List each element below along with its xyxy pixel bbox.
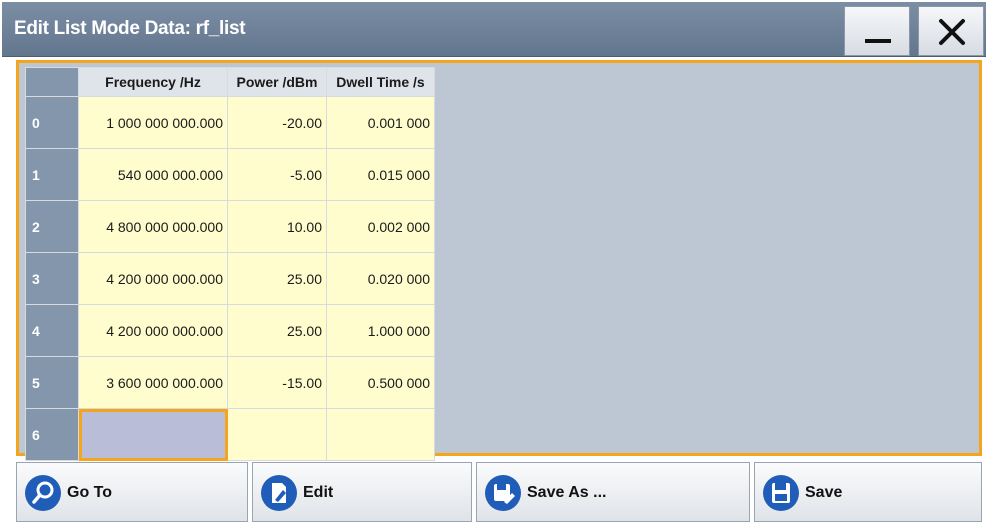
row-index[interactable]: 3	[25, 252, 79, 305]
go-to-label: Go To	[67, 484, 113, 501]
save-button[interactable]: Save	[754, 462, 982, 522]
dwell-time-cell[interactable]: 0.002 000	[326, 200, 435, 253]
power-cell[interactable]: 25.00	[227, 252, 327, 305]
frequency-cell[interactable]: 540 000 000.000	[78, 148, 228, 201]
column-header-frequency[interactable]: Frequency /Hz	[78, 67, 228, 97]
go-to-button[interactable]: Go To	[16, 462, 248, 522]
table-row: 3 4 200 000 000.000 25.00 0.020 000	[25, 252, 435, 305]
list-data-table: Frequency /Hz Power /dBm Dwell Time /s 0…	[25, 67, 435, 461]
frequency-cell[interactable]: 4 200 000 000.000	[78, 304, 228, 357]
minimize-button[interactable]	[844, 6, 910, 56]
save-as-button[interactable]: Save As ...	[476, 462, 750, 522]
column-header-power[interactable]: Power /dBm	[227, 67, 327, 97]
table-row: 2 4 800 000 000.000 10.00 0.002 000	[25, 200, 435, 253]
row-index[interactable]: 4	[25, 304, 79, 357]
row-index[interactable]: 0	[25, 96, 79, 149]
row-index[interactable]: 5	[25, 356, 79, 409]
header-corner	[25, 67, 79, 97]
table-row: 1 540 000 000.000 -5.00 0.015 000	[25, 148, 435, 201]
row-index[interactable]: 1	[25, 148, 79, 201]
table-row: 6	[25, 408, 435, 461]
minimize-icon	[865, 39, 891, 43]
window-title: Edit List Mode Data: rf_list	[14, 18, 246, 39]
row-index[interactable]: 2	[25, 200, 79, 253]
table-row: 4 4 200 000 000.000 25.00 1.000 000	[25, 304, 435, 357]
power-cell[interactable]: -5.00	[227, 148, 327, 201]
dwell-time-cell[interactable]: 0.015 000	[326, 148, 435, 201]
power-cell[interactable]	[227, 408, 327, 461]
close-button[interactable]	[918, 6, 984, 56]
table-header-row: Frequency /Hz Power /dBm Dwell Time /s	[25, 67, 435, 97]
power-cell[interactable]: 10.00	[227, 200, 327, 253]
frequency-cell[interactable]: 3 600 000 000.000	[78, 356, 228, 409]
button-bar: Go To Edit Save As ... Save	[16, 462, 982, 522]
save-label: Save	[805, 484, 843, 501]
row-index[interactable]: 6	[25, 408, 79, 461]
frequency-cell-selected[interactable]	[78, 408, 228, 461]
power-cell[interactable]: 25.00	[227, 304, 327, 357]
save-as-label: Save As ...	[527, 484, 607, 501]
list-editor-panel: Frequency /Hz Power /dBm Dwell Time /s 0…	[16, 60, 982, 461]
dwell-time-cell[interactable]	[326, 408, 435, 461]
edit-icon	[261, 475, 297, 511]
dwell-time-cell[interactable]: 0.500 000	[326, 356, 435, 409]
table-row: 5 3 600 000 000.000 -15.00 0.500 000	[25, 356, 435, 409]
power-cell[interactable]: -20.00	[227, 96, 327, 149]
frequency-cell[interactable]: 4 200 000 000.000	[78, 252, 228, 305]
frequency-cell[interactable]: 4 800 000 000.000	[78, 200, 228, 253]
save-icon	[763, 475, 799, 511]
search-icon	[25, 475, 61, 511]
column-header-dwell-time[interactable]: Dwell Time /s	[326, 67, 435, 97]
dwell-time-cell[interactable]: 1.000 000	[326, 304, 435, 357]
table-row: 0 1 000 000 000.000 -20.00 0.001 000	[25, 96, 435, 149]
dwell-time-cell[interactable]: 0.001 000	[326, 96, 435, 149]
power-cell[interactable]: -15.00	[227, 356, 327, 409]
dwell-time-cell[interactable]: 0.020 000	[326, 252, 435, 305]
save-as-icon	[485, 475, 521, 511]
title-bar: Edit List Mode Data: rf_list	[2, 2, 986, 57]
close-icon	[939, 19, 965, 45]
edit-button[interactable]: Edit	[252, 462, 472, 522]
edit-label: Edit	[303, 484, 334, 501]
frequency-cell[interactable]: 1 000 000 000.000	[78, 96, 228, 149]
